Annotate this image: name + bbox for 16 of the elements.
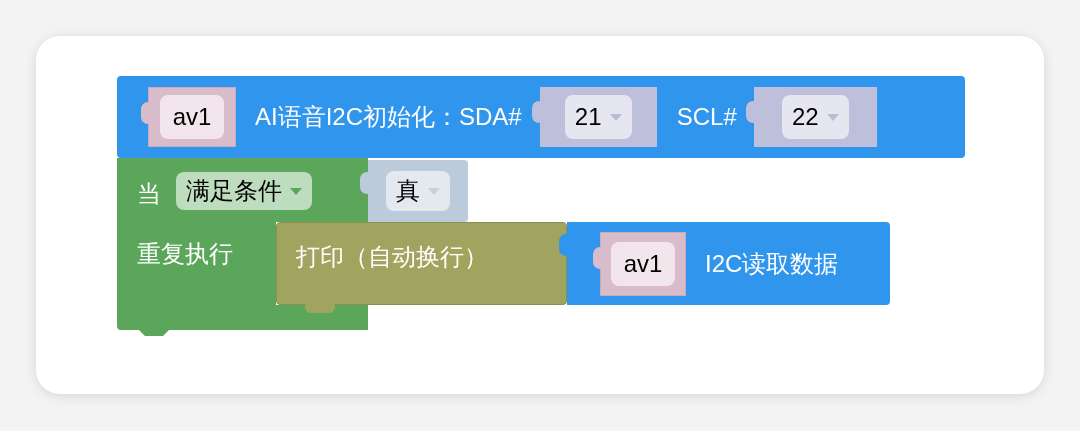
dropdown-field[interactable]: 真: [386, 171, 450, 211]
caret-icon: [609, 113, 622, 121]
dropdown-field[interactable]: 21: [564, 95, 632, 139]
dropdown-field[interactable]: 满足条件: [176, 172, 312, 210]
block-label: SCL#: [676, 102, 737, 132]
block-label: AI语音I2C初始化：SDA#: [255, 102, 522, 132]
variable-field[interactable]: av1: [160, 95, 224, 139]
caret-icon: [290, 187, 302, 195]
block-label: 打印（自动换行）: [296, 242, 488, 272]
dropdown-field[interactable]: 22: [781, 95, 849, 139]
block-label: 当: [137, 179, 161, 209]
caret-icon: [428, 187, 440, 195]
block-label: I2C读取数据: [705, 248, 839, 279]
caret-icon: [826, 113, 839, 121]
variable-field[interactable]: av1: [611, 241, 675, 286]
block-label: 重复执行: [137, 239, 233, 269]
